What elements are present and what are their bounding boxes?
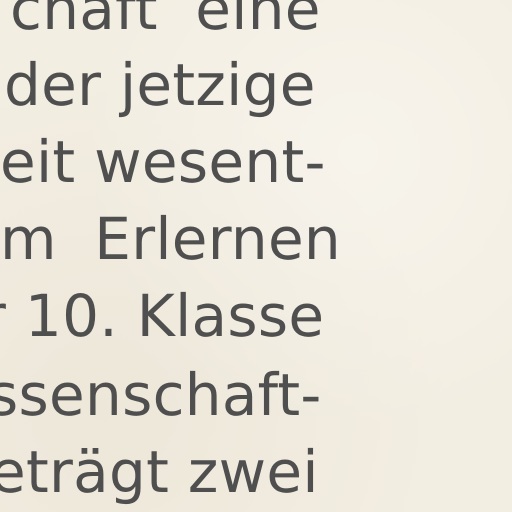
text-line-5: r 10. Klasse xyxy=(0,282,325,350)
text-line-3: eit wesent- xyxy=(0,128,326,196)
text-line-1: chaft eine xyxy=(10,0,321,43)
text-line-6: ssenschaft- xyxy=(0,361,322,429)
text-block: chaft eine der jetzige eit wesent- m Erl… xyxy=(0,0,512,512)
scanned-page: chaft eine der jetzige eit wesent- m Erl… xyxy=(0,0,512,512)
text-line-2: der jetzige xyxy=(4,51,316,119)
text-line-4: m Erlernen xyxy=(0,205,341,273)
text-line-7: eträgt zwei xyxy=(0,438,319,506)
